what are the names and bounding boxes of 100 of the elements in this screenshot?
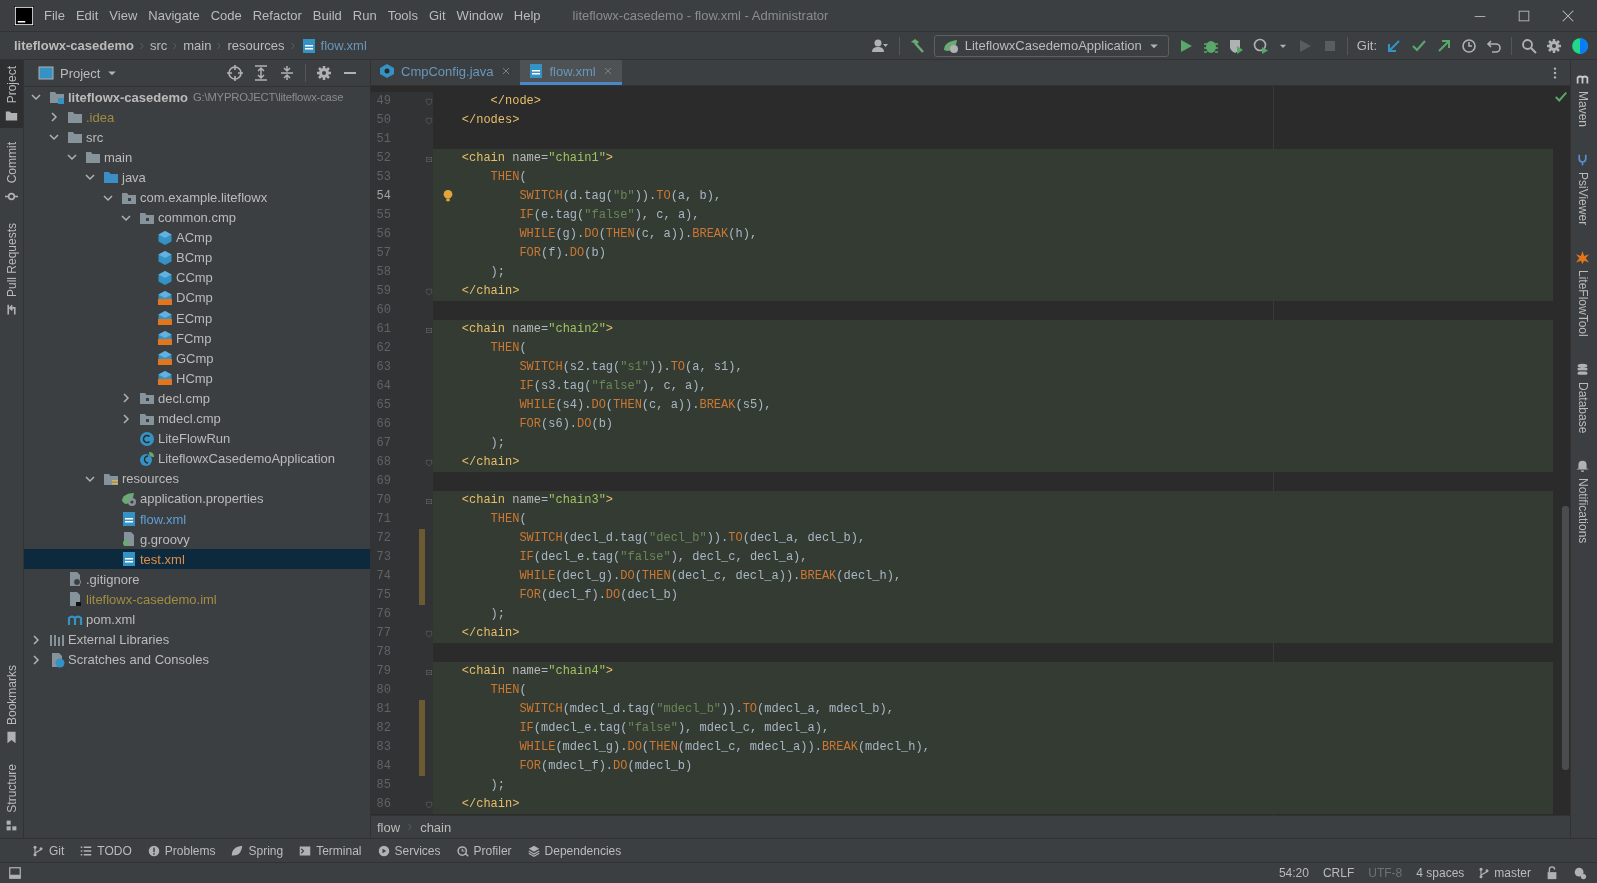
- chevron-right-icon[interactable]: [30, 653, 42, 666]
- tool-tab[interactable]: Git: [32, 843, 65, 858]
- menu-item[interactable]: Git: [429, 8, 446, 23]
- tree-item[interactable]: test.xml: [24, 549, 370, 570]
- breadcrumb-item[interactable]: src: [149, 38, 168, 53]
- tool-tab[interactable]: Spring: [231, 843, 284, 858]
- search-icon[interactable]: [1521, 37, 1537, 54]
- tool-tab[interactable]: Profiler: [456, 843, 512, 858]
- tool-tab[interactable]: Dependencies: [527, 843, 622, 858]
- tool-window-tab[interactable]: LiteFlowTool: [1571, 245, 1594, 343]
- menu-item[interactable]: Help: [513, 8, 541, 23]
- tree-item[interactable]: main: [24, 147, 370, 168]
- tree-item[interactable]: liteflowx-casedemo.iml: [24, 589, 370, 610]
- tree-item[interactable]: decl.cmp: [24, 388, 370, 409]
- tree-item[interactable]: GCmp: [24, 348, 370, 369]
- tool-window-tab[interactable]: Structure: [0, 758, 23, 838]
- breadcrumb-item[interactable]: liteflowx-casedemo: [14, 38, 134, 53]
- lock-icon[interactable]: [1545, 866, 1559, 880]
- tree-item[interactable]: External Libraries: [24, 629, 370, 650]
- panel-toggle-icon[interactable]: [8, 866, 22, 880]
- tree-item[interactable]: application.properties: [24, 488, 370, 509]
- expand-all-icon[interactable]: [253, 65, 269, 81]
- item-label: FCmp: [176, 330, 212, 346]
- tree-item[interactable]: HCmp: [24, 368, 370, 389]
- tree-item[interactable]: BCmp: [24, 247, 370, 268]
- menu-item[interactable]: Navigate: [148, 8, 200, 23]
- tool-window-tab[interactable]: Project: [0, 60, 23, 129]
- profile-icon[interactable]: [1252, 37, 1269, 54]
- status-item[interactable]: 54:20: [1278, 866, 1309, 880]
- tree-item[interactable]: pom.xml: [24, 609, 370, 630]
- menu-item[interactable]: Refactor: [252, 8, 302, 23]
- breadcrumb-item[interactable]: chain: [420, 819, 452, 835]
- tree-item[interactable]: .gitignore: [24, 569, 370, 590]
- tool-window-tab[interactable]: Database: [1571, 356, 1594, 440]
- breadcrumb-item[interactable]: flow: [377, 819, 401, 835]
- tree-item[interactable]: flow.xml: [24, 508, 370, 530]
- user-icon[interactable]: [869, 37, 890, 54]
- maximize-icon[interactable]: [1517, 8, 1531, 23]
- menu-item[interactable]: Window: [456, 8, 503, 23]
- tree-item[interactable]: DCmp: [24, 287, 370, 309]
- tool-window-tab[interactable]: Pull Requests: [0, 216, 23, 322]
- menu-item[interactable]: Build: [312, 8, 342, 23]
- tree-item[interactable]: FCmp: [24, 328, 370, 349]
- close-icon[interactable]: [1561, 8, 1575, 23]
- tool-tab[interactable]: TODO: [80, 843, 132, 858]
- update-arrow-icon[interactable]: [1386, 37, 1402, 54]
- status-item[interactable]: master: [1478, 866, 1531, 880]
- menu-item[interactable]: Code: [210, 8, 242, 23]
- tree-item[interactable]: resources: [24, 468, 370, 489]
- panel-title-dropdown[interactable]: Project: [38, 65, 119, 81]
- tool-tab[interactable]: Problems: [147, 843, 216, 858]
- file-icon: [121, 531, 137, 548]
- editor-tab[interactable]: CmpConfig.java: [371, 60, 520, 85]
- tree-item[interactable]: ACmp: [24, 227, 370, 248]
- tree-item[interactable]: CCmp: [24, 267, 370, 288]
- tool-window-tab[interactable]: Bookmarks: [0, 659, 23, 751]
- breadcrumb-item[interactable]: main: [183, 38, 212, 53]
- scrollbar-thumb[interactable]: [1562, 506, 1569, 770]
- menu-item[interactable]: Edit: [75, 8, 99, 23]
- status-item[interactable]: CRLF: [1322, 866, 1355, 880]
- tree-item[interactable]: LiteFlowRun: [24, 428, 370, 449]
- tree-item[interactable]: ECmp: [24, 308, 370, 329]
- tree-item[interactable]: com.example.liteflowx: [24, 187, 370, 208]
- tree-item[interactable]: mdecl.cmp: [24, 408, 370, 429]
- push-arrow-icon[interactable]: [1436, 37, 1452, 54]
- crosshair-icon[interactable]: [227, 65, 243, 81]
- chevron-right-icon[interactable]: [48, 111, 60, 124]
- tree-item[interactable]: g.groovy: [24, 529, 370, 550]
- tool-window-tab[interactable]: PsiViewer: [1571, 147, 1594, 232]
- status-item[interactable]: 4 spaces: [1416, 866, 1465, 880]
- tool-window-tab[interactable]: Commit: [0, 136, 23, 209]
- tool-tab[interactable]: Terminal: [299, 843, 362, 858]
- coverage-icon[interactable]: [1227, 37, 1244, 54]
- menu-item[interactable]: View: [109, 8, 138, 23]
- chevron-right-icon[interactable]: [120, 392, 132, 405]
- item-label: ECmp: [176, 310, 213, 326]
- undo-icon[interactable]: [1486, 37, 1502, 54]
- tool-window-tab[interactable]: Maven: [1571, 66, 1594, 134]
- clock-icon[interactable]: [1461, 37, 1477, 54]
- tree-item[interactable]: common.cmp: [24, 207, 370, 228]
- run-config-dropdown[interactable]: LiteflowxCasedemoApplication: [933, 34, 1169, 57]
- tree-item[interactable]: LiteflowxCasedemoApplication: [24, 448, 370, 469]
- tree-item[interactable]: .idea: [24, 107, 370, 128]
- breadcrumb-item[interactable]: flow.xml: [300, 37, 367, 54]
- chevron-right-icon[interactable]: [120, 412, 132, 425]
- settings-icon[interactable]: [1546, 37, 1562, 54]
- tree-item[interactable]: Scratches and Consoles: [24, 649, 370, 670]
- tool-tab[interactable]: Services: [377, 843, 441, 858]
- tree-item[interactable]: liteflowx-casedemo G:\MYPROJECT\liteflowx-case: [24, 87, 370, 108]
- menu-item[interactable]: Tools: [387, 8, 418, 23]
- chevron-right-icon[interactable]: [30, 633, 42, 646]
- tree-item[interactable]: java: [24, 167, 370, 188]
- settings-icon[interactable]: [316, 65, 332, 81]
- collapse-all-icon[interactable]: [279, 65, 295, 81]
- menu-item[interactable]: Run: [352, 8, 377, 23]
- tree-item[interactable]: src: [24, 127, 370, 148]
- plugin-logo-icon[interactable]: [1571, 36, 1589, 55]
- tool-window-tab[interactable]: Notifications: [1571, 453, 1594, 550]
- breadcrumb-item[interactable]: resources: [227, 38, 285, 53]
- menu-item[interactable]: File: [44, 8, 65, 23]
